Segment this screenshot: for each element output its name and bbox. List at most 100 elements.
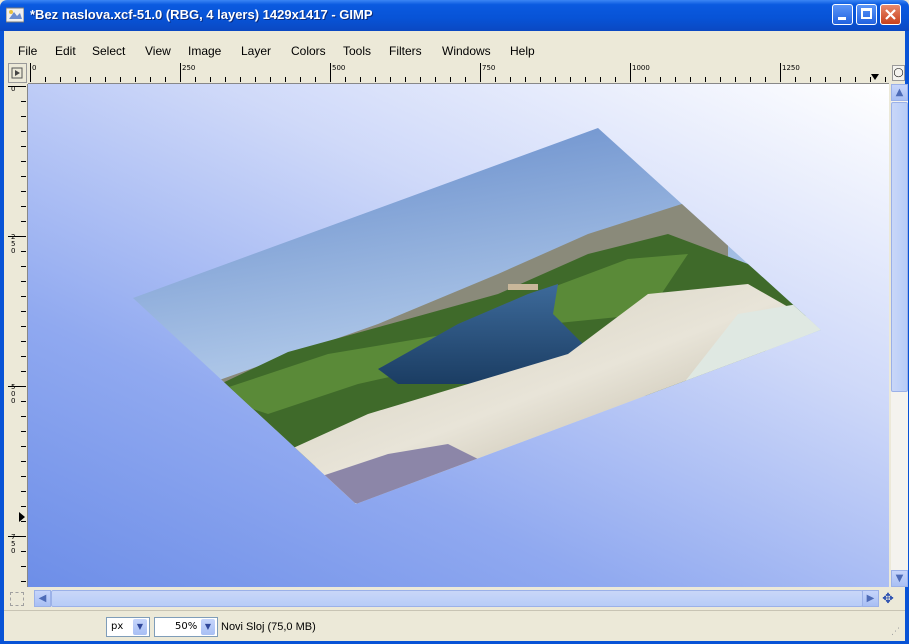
hruler-label: 250 [182,64,196,72]
scroll-left-icon[interactable]: ◀ [34,590,51,607]
hruler-tick [165,77,166,82]
vruler-tick [21,341,26,342]
maximize-button[interactable] [856,4,877,25]
vruler-tick [21,146,26,147]
vruler-label: 750 [11,533,16,555]
vruler-tick [21,311,26,312]
title-bar[interactable]: *Bez naslova.xcf-51.0 (RBG, 4 layers) 14… [0,0,909,31]
menu-windows[interactable]: Windows [442,44,491,58]
hruler-tick [270,77,271,82]
hruler-tick [210,77,211,82]
hruler-tick [675,77,676,82]
hruler-tick [825,77,826,82]
zoom-dropdown[interactable]: 50% ▼ [154,617,218,637]
menu-select[interactable]: Select [92,44,125,58]
hruler-tick [120,77,121,82]
transformed-layer[interactable] [28,84,889,587]
menu-layer[interactable]: Layer [241,44,271,58]
hruler-tick [645,77,646,82]
hruler-tick [285,77,286,82]
menu-help[interactable]: Help [510,44,535,58]
hruler-tick [390,77,391,82]
hruler-tick [405,77,406,82]
gimp-icon [6,7,24,23]
hruler-tick [810,77,811,82]
horizontal-scrollbar[interactable]: ◀ ▶ [34,590,879,607]
hruler-tick [90,77,91,82]
hruler-tick [75,77,76,82]
vruler-tick [21,251,26,252]
horizontal-scrollbar-thumb[interactable] [51,590,863,607]
vruler-tick [21,326,26,327]
scroll-down-icon[interactable]: ▼ [891,570,908,587]
vruler-tick [21,266,26,267]
hruler-tick [105,77,106,82]
hruler-tick [780,63,781,82]
menu-filters[interactable]: Filters [389,44,422,58]
hruler-tick [840,77,841,82]
quick-mask-toggle[interactable] [8,63,27,83]
vruler-tick [21,281,26,282]
quickmask-icon[interactable] [10,592,24,606]
vruler-tick [21,116,26,117]
hruler-tick [330,63,331,82]
vruler-tick [21,476,26,477]
hruler-tick [555,77,556,82]
menu-colors[interactable]: Colors [291,44,326,58]
vruler-tick [21,131,26,132]
status-message: Novi Sloj (75,0 MB) [221,621,316,633]
navigate-icon[interactable]: ✥ [880,591,896,607]
hruler-tick [180,63,181,82]
hruler-tick [750,77,751,82]
unit-value: px [111,621,124,632]
vruler-tick [21,566,26,567]
close-button[interactable] [880,4,901,25]
hruler-tick [360,77,361,82]
menu-view[interactable]: View [145,44,171,58]
vruler-label: 500 [11,383,16,405]
window-frame-left [0,31,4,644]
menu-tools[interactable]: Tools [343,44,371,58]
menu-file[interactable]: File [18,44,37,58]
hruler-tick [345,77,346,82]
pointer-marker-icon [19,512,25,522]
hruler-tick [45,77,46,82]
zoom-icon[interactable]: ◯ [892,65,905,81]
menu-image[interactable]: Image [188,44,221,58]
vruler-tick [21,431,26,432]
hruler-label: 0 [32,64,37,72]
chevron-down-icon: ▼ [133,619,147,635]
image-canvas[interactable] [28,84,889,587]
menu-bar: File Edit Select View Image Layer Colors… [4,31,905,62]
hruler-tick [195,77,196,82]
zoom-value: 50% [175,621,198,632]
vertical-scrollbar[interactable]: ▲ ▼ [891,84,908,587]
vruler-label: 0 [11,85,16,93]
resize-grip-icon[interactable]: ⋰ [891,627,903,639]
scroll-up-icon[interactable]: ▲ [891,84,908,101]
vruler-tick [21,491,26,492]
hruler-tick [720,77,721,82]
unit-dropdown[interactable]: px ▼ [106,617,150,637]
hruler-tick [300,77,301,82]
horizontal-ruler[interactable]: 0 250 500 750 1000 1250 [28,63,889,84]
hruler-tick [60,77,61,82]
vruler-tick [21,506,26,507]
window-title: *Bez naslova.xcf-51.0 (RBG, 4 layers) 14… [30,7,373,22]
minimize-button[interactable] [832,4,853,25]
hruler-tick [690,77,691,82]
vertical-scrollbar-thumb[interactable] [891,102,908,392]
hruler-tick [495,77,496,82]
hruler-tick [510,77,511,82]
hruler-tick [420,77,421,82]
hruler-tick [705,77,706,82]
pointer-marker-icon [871,74,879,80]
hruler-tick [765,77,766,82]
vertical-ruler[interactable]: 0 250 500 750 [8,84,28,587]
menu-edit[interactable]: Edit [55,44,76,58]
vruler-tick [21,221,26,222]
hruler-tick [225,77,226,82]
scroll-right-icon[interactable]: ▶ [862,590,879,607]
hruler-tick [255,77,256,82]
chevron-down-icon: ▼ [201,619,215,635]
